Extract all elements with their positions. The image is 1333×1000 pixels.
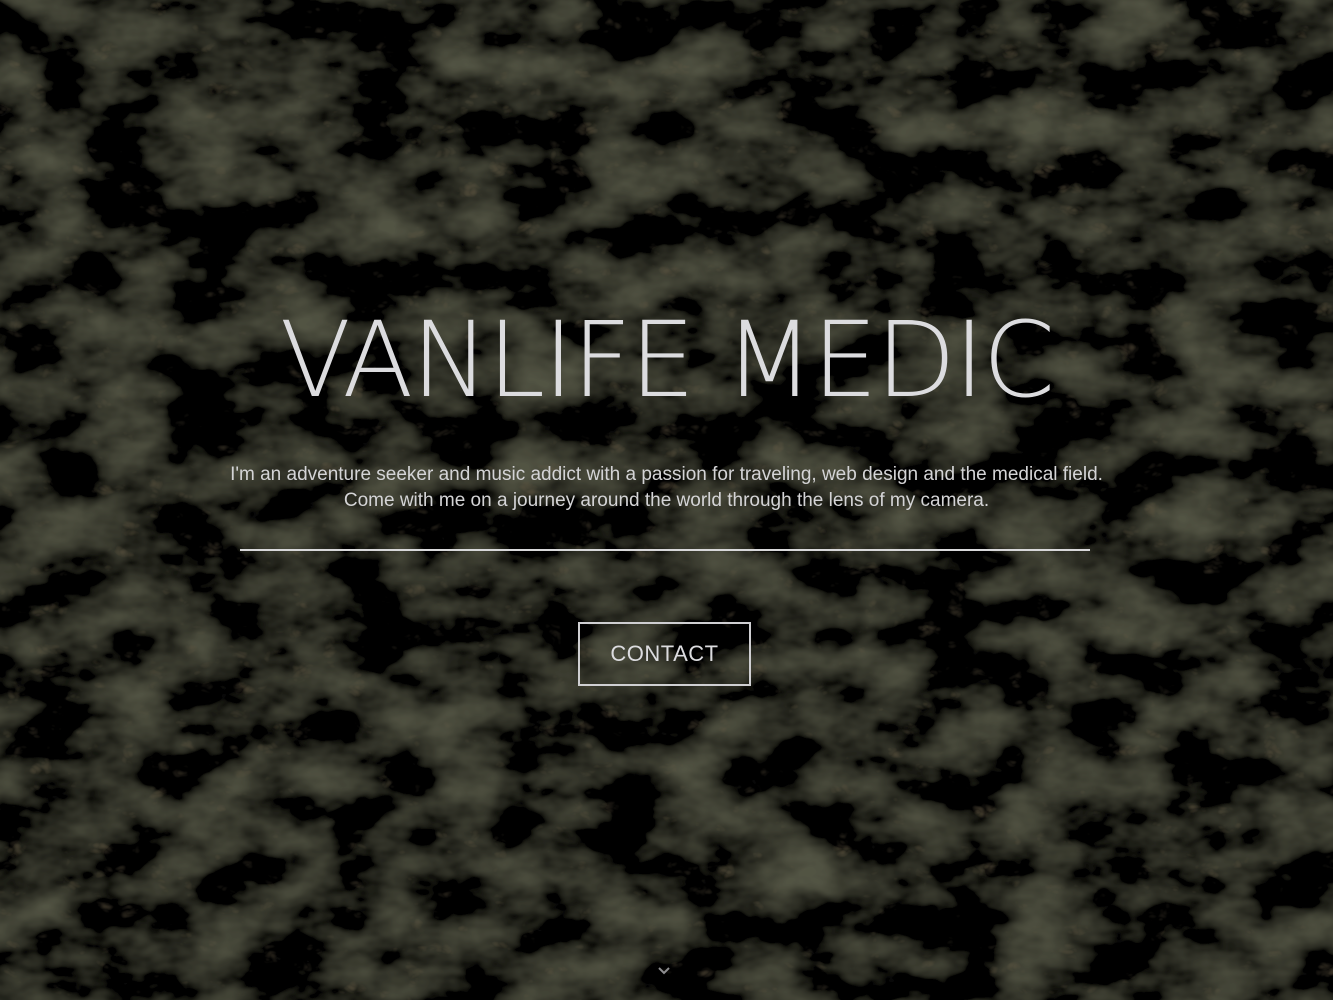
divider-line	[240, 549, 1090, 551]
hero-section: VANLIFE MEDIC I'm an adventure seeker an…	[0, 0, 1333, 1000]
contact-button[interactable]: CONTACT	[578, 622, 751, 686]
hero-content: VANLIFE MEDIC I'm an adventure seeker an…	[0, 0, 1333, 1000]
chevron-down-icon[interactable]	[656, 964, 672, 978]
site-title: VANLIFE MEDIC	[279, 299, 1055, 421]
site-tagline: I'm an adventure seeker and music addict…	[230, 464, 1103, 511]
